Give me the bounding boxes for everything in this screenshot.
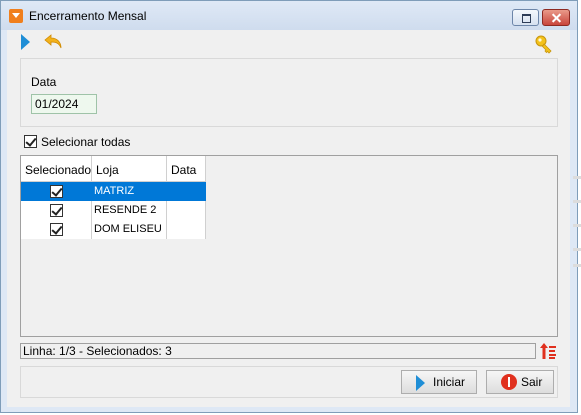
select-all-checkbox[interactable] xyxy=(24,135,37,148)
cell-data[interactable] xyxy=(167,201,206,220)
undo-icon[interactable] xyxy=(44,34,64,50)
cell-selecionado[interactable] xyxy=(21,182,92,201)
exit-button[interactable]: Sair xyxy=(486,370,554,394)
cell-selecionado[interactable] xyxy=(21,201,92,220)
table-row[interactable]: MATRIZ xyxy=(21,182,206,201)
cell-loja[interactable]: RESENDE 2 xyxy=(92,201,167,220)
button-bar xyxy=(20,366,558,398)
grid-header: Selecionado Loja Data xyxy=(21,156,206,182)
app-icon[interactable] xyxy=(9,9,23,23)
cell-loja[interactable]: DOM ELISEU xyxy=(92,220,167,239)
status-bar: Linha: 1/3 - Selecionados: 3 xyxy=(20,343,536,359)
table-row[interactable]: DOM ELISEU xyxy=(21,220,206,239)
cell-loja[interactable]: MATRIZ xyxy=(92,182,167,201)
row-checkbox[interactable] xyxy=(50,185,63,198)
date-label: Data xyxy=(31,75,57,89)
start-button-label: Iniciar xyxy=(433,375,466,389)
row-checkbox[interactable] xyxy=(50,204,63,217)
cell-data[interactable] xyxy=(167,182,206,201)
column-header-selecionado[interactable]: Selecionado xyxy=(21,156,92,182)
play-icon[interactable] xyxy=(21,34,30,50)
exit-button-label: Sair xyxy=(521,375,543,389)
window-title: Encerramento Mensal xyxy=(29,9,147,23)
start-button[interactable]: Iniciar xyxy=(401,370,477,394)
title-bar[interactable]: Encerramento Mensal xyxy=(1,1,577,30)
restore-button[interactable] xyxy=(512,9,539,26)
select-all-label[interactable]: Selecionar todas xyxy=(41,135,130,149)
close-button[interactable] xyxy=(542,9,570,26)
key-icon[interactable] xyxy=(534,34,554,54)
cell-data[interactable] xyxy=(167,220,206,239)
power-icon xyxy=(501,374,517,390)
date-input[interactable] xyxy=(31,94,97,114)
stores-grid[interactable]: Selecionado Loja Data MATRIZ RESENDE 2 D… xyxy=(20,155,558,337)
table-row[interactable]: RESENDE 2 xyxy=(21,201,206,220)
column-header-data[interactable]: Data xyxy=(167,156,206,182)
background-decoration xyxy=(573,176,581,272)
sort-icon[interactable] xyxy=(539,342,557,360)
play-icon xyxy=(416,375,425,391)
cell-selecionado[interactable] xyxy=(21,220,92,239)
row-checkbox[interactable] xyxy=(50,223,63,236)
column-header-loja[interactable]: Loja xyxy=(92,156,167,182)
filter-group xyxy=(20,58,558,127)
